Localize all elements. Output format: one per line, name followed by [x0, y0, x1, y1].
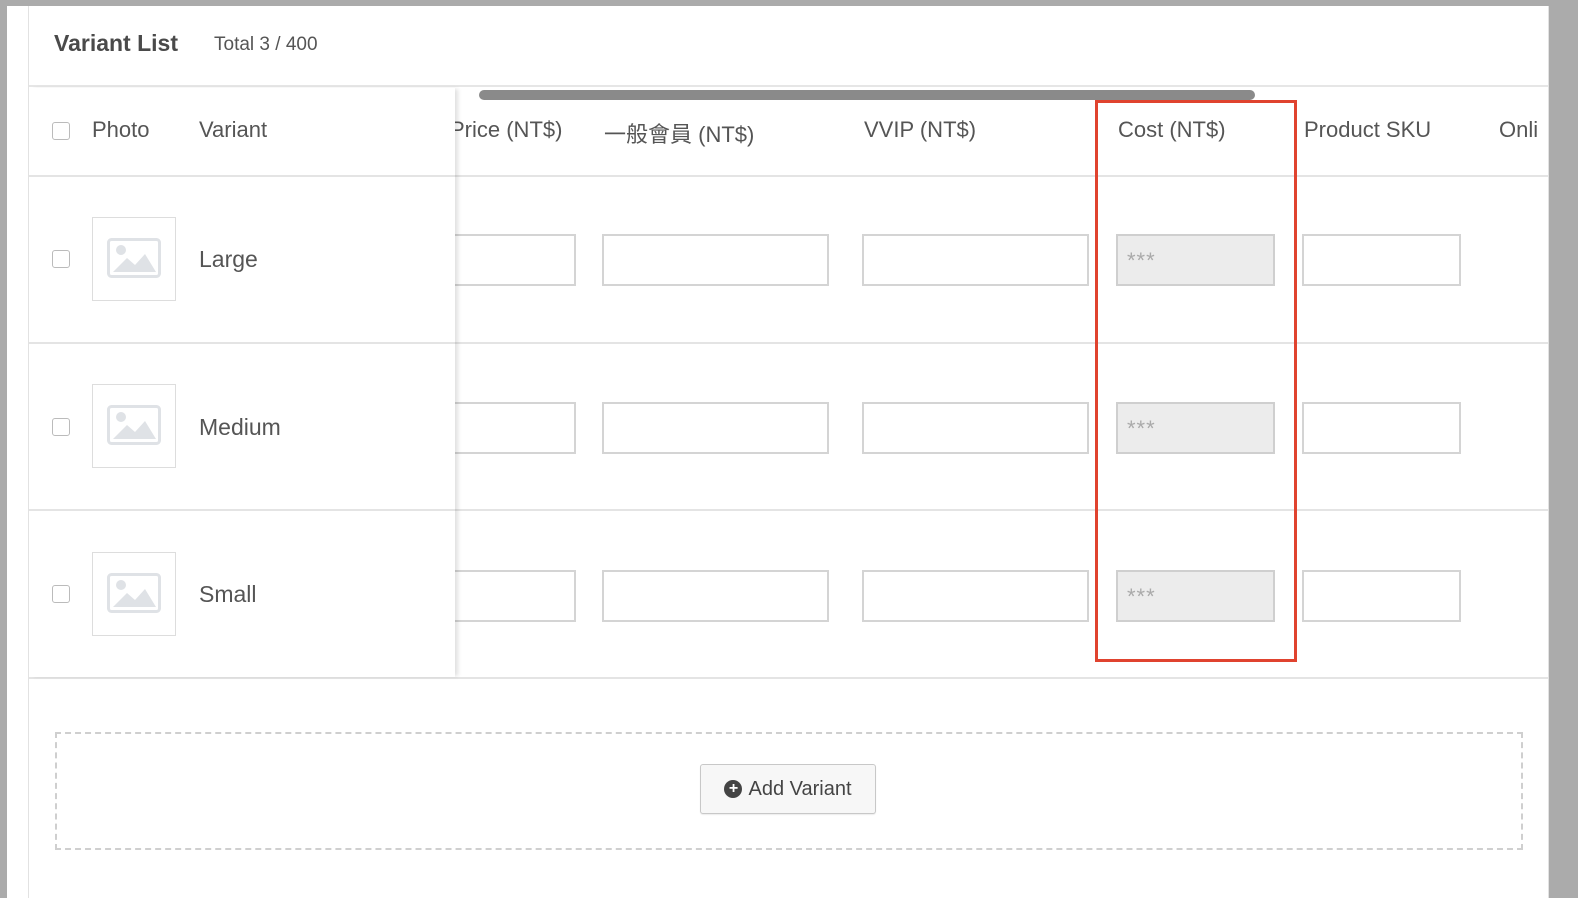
variant-photo[interactable] [92, 217, 176, 301]
variant-name: Small [199, 581, 257, 607]
product-sku-input[interactable] [1302, 234, 1461, 286]
row-checkbox[interactable] [52, 250, 70, 268]
vvip-price-input[interactable] [862, 234, 1089, 286]
image-placeholder-icon [107, 238, 161, 278]
horizontal-scrollbar[interactable] [479, 90, 1255, 100]
column-header-price: Price (NT$) [450, 117, 563, 142]
vvip-price-input[interactable] [862, 570, 1089, 622]
add-variant-label: Add Variant [748, 777, 852, 800]
row-checkbox[interactable] [52, 418, 70, 436]
image-placeholder-icon [107, 573, 161, 613]
column-header-online: Onli [1499, 117, 1539, 142]
price-input[interactable] [446, 402, 576, 454]
table-bottom-divider [29, 677, 1548, 679]
column-header-vvip-price: VVIP (NT$) [864, 117, 977, 142]
card-title: Variant List [54, 30, 178, 56]
row-divider [29, 342, 455, 344]
title-divider [29, 85, 1548, 87]
column-header-variant: Variant [199, 117, 268, 142]
member-price-input[interactable] [602, 402, 829, 454]
member-price-input[interactable] [602, 570, 829, 622]
product-sku-input[interactable] [1302, 402, 1461, 454]
column-header-member-price: 一般會員 (NT$) [604, 122, 755, 147]
price-input[interactable] [446, 234, 576, 286]
variant-photo[interactable] [92, 552, 176, 636]
variant-name: Large [199, 246, 258, 272]
variant-photo[interactable] [92, 384, 176, 468]
column-header-product-sku: Product SKU [1304, 117, 1432, 142]
variant-name: Medium [199, 414, 281, 440]
row-checkbox[interactable] [52, 585, 70, 603]
header-divider [29, 175, 455, 177]
plus-circle-icon: + [724, 780, 743, 798]
member-price-input[interactable] [602, 234, 829, 286]
select-all-checkbox[interactable] [52, 122, 70, 140]
variant-count: Total 3 / 400 [214, 34, 318, 55]
product-sku-input[interactable] [1302, 570, 1461, 622]
column-header-photo: Photo [92, 117, 150, 142]
vvip-price-input[interactable] [862, 402, 1089, 454]
add-variant-button[interactable]: + Add Variant [700, 764, 876, 814]
frozen-columns: Photo Variant Large Medium Small [29, 88, 455, 677]
cost-column-highlight [1095, 100, 1297, 662]
image-placeholder-icon [107, 405, 161, 445]
panel-border-right [1548, 6, 1549, 898]
row-divider [29, 509, 455, 511]
price-input[interactable] [446, 570, 576, 622]
